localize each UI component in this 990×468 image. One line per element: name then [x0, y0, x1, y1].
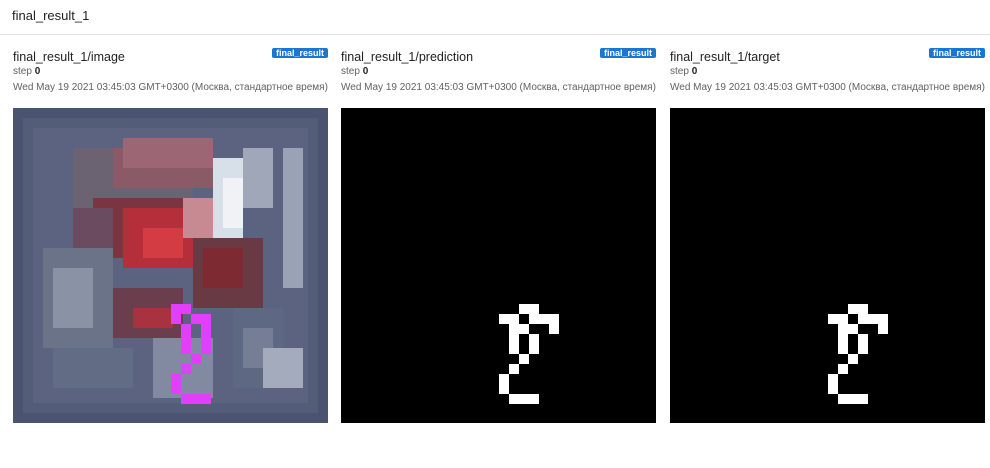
- timestamp: Wed May 19 2021 03:45:03 GMT+0300 (Москв…: [670, 82, 985, 93]
- target-image[interactable]: [670, 108, 985, 423]
- prediction-card: final_result_1/prediction final_result s…: [341, 46, 657, 424]
- panel-header: final_result_1: [0, 0, 990, 35]
- card-title: final_result_1/image: [13, 50, 125, 64]
- input-image-canvas: [13, 108, 328, 423]
- image-card: final_result_1/image final_result step 0…: [13, 46, 329, 424]
- step-label: step: [341, 66, 360, 77]
- target-mask-canvas: [670, 108, 985, 423]
- input-image[interactable]: [13, 108, 328, 423]
- run-tag: final_result: [928, 48, 985, 58]
- step-label: step: [13, 66, 32, 77]
- run-tag: final_result: [599, 48, 656, 58]
- step-label: step: [670, 66, 689, 77]
- step-value: 0: [34, 66, 41, 77]
- prediction-mask-canvas: [341, 108, 656, 423]
- prediction-image[interactable]: [341, 108, 656, 423]
- step-value: 0: [691, 66, 698, 77]
- run-tag: final_result: [271, 48, 328, 58]
- panel-title: final_result_1: [12, 8, 90, 23]
- card-title: final_result_1/prediction: [341, 50, 474, 64]
- card-title: final_result_1/target: [670, 50, 780, 64]
- timestamp: Wed May 19 2021 03:45:03 GMT+0300 (Москв…: [341, 82, 656, 93]
- target-card: final_result_1/target final_result step …: [670, 46, 986, 424]
- timestamp: Wed May 19 2021 03:45:03 GMT+0300 (Москв…: [13, 82, 328, 93]
- step-info: step 0: [13, 66, 40, 77]
- step-value: 0: [362, 66, 369, 77]
- step-info: step 0: [341, 66, 368, 77]
- step-info: step 0: [670, 66, 697, 77]
